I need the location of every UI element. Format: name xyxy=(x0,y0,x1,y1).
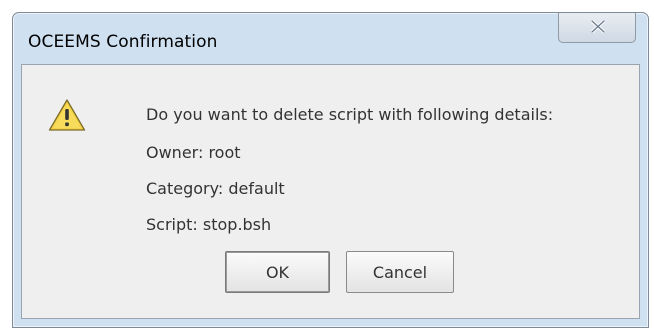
close-button[interactable] xyxy=(558,13,636,43)
warning-icon xyxy=(48,99,86,131)
message-owner: Owner: root xyxy=(146,143,241,162)
cancel-button[interactable]: Cancel xyxy=(346,251,454,293)
close-icon xyxy=(591,20,605,33)
dialog-content: Do you want to delete script with follow… xyxy=(21,64,640,319)
message-question: Do you want to delete script with follow… xyxy=(146,105,554,124)
confirmation-dialog: OCEEMS Confirmation Do you want to delet… xyxy=(12,12,649,328)
message-script: Script: stop.bsh xyxy=(146,215,272,234)
window-title: OCEEMS Confirmation xyxy=(28,32,218,52)
ok-button[interactable]: OK xyxy=(225,251,330,293)
message-category: Category: default xyxy=(146,179,285,198)
title-bar[interactable]: OCEEMS Confirmation xyxy=(13,13,648,61)
